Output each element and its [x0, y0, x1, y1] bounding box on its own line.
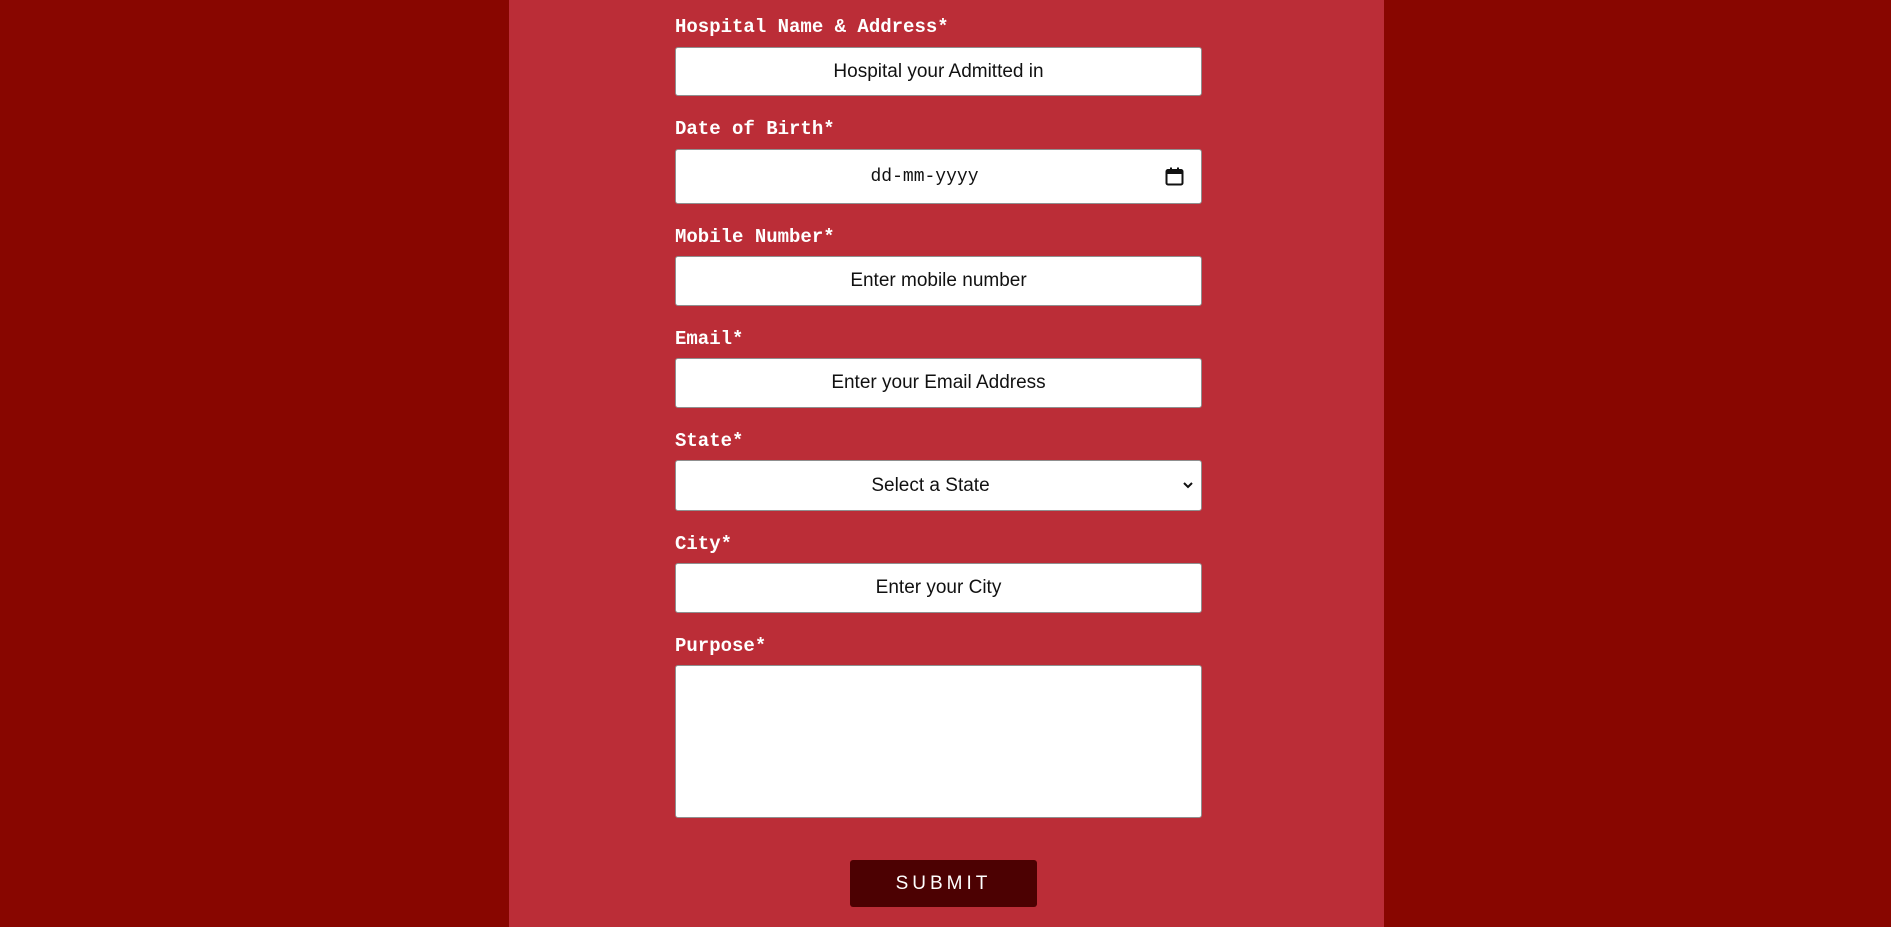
city-placeholder: Enter your City	[875, 577, 1002, 598]
city-input[interactable]: Enter your City	[675, 563, 1202, 613]
mobile-label: Mobile Number*	[675, 226, 835, 248]
email-placeholder: Enter your Email Address	[831, 372, 1046, 393]
dob-label: Date of Birth*	[675, 118, 835, 140]
mobile-placeholder: Enter mobile number	[850, 270, 1027, 291]
calendar-icon[interactable]	[1165, 167, 1184, 186]
purpose-textarea[interactable]	[675, 665, 1202, 818]
submit-button[interactable]: SUBMIT	[850, 860, 1037, 907]
dob-placeholder: dd-mm-yyyy	[870, 166, 979, 187]
email-label: Email*	[675, 328, 744, 350]
purpose-label: Purpose*	[675, 635, 767, 657]
chevron-down-icon	[1183, 482, 1193, 489]
state-label: State*	[675, 430, 744, 452]
state-select[interactable]: Select a State	[675, 460, 1202, 511]
mobile-input[interactable]: Enter mobile number	[675, 256, 1202, 306]
hospital-placeholder: Hospital your Admitted in	[833, 60, 1044, 82]
city-label: City*	[675, 533, 733, 555]
dob-input[interactable]: dd-mm-yyyy	[675, 149, 1202, 204]
hospital-input[interactable]: Hospital your Admitted in	[675, 47, 1202, 96]
state-selected-value: Select a State	[871, 474, 990, 496]
email-input[interactable]: Enter your Email Address	[675, 358, 1202, 408]
hospital-label: Hospital Name & Address*	[675, 16, 949, 38]
